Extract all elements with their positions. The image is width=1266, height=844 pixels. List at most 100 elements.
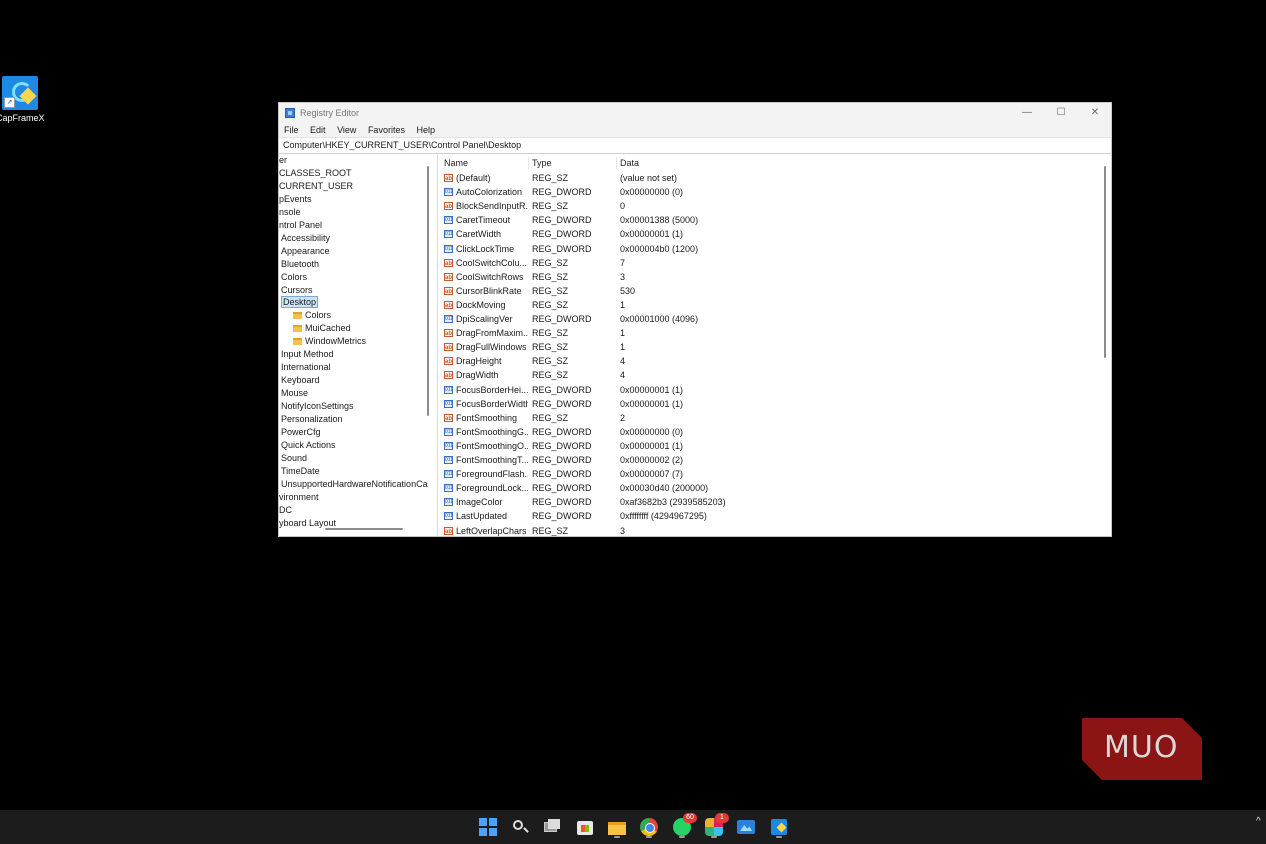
whatsapp-icon[interactable]: 60 (673, 813, 697, 836)
registry-value-row[interactable]: ab CursorBlinkRate REG_SZ 530 (440, 284, 1100, 298)
tree-node[interactable]: nsole (279, 206, 301, 219)
tree-node[interactable]: PowerCfg (281, 426, 321, 439)
value-data: 4 (620, 370, 626, 381)
photos-icon[interactable] (737, 818, 755, 836)
tree-node[interactable]: Input Method (281, 348, 334, 361)
column-header-name[interactable]: Name (444, 157, 468, 169)
tree-node[interactable]: yboard Layout (279, 517, 336, 530)
value-name: DragFromMaxim... (456, 328, 528, 339)
registry-value-row[interactable]: 011 ClickLockTime REG_DWORD 0x000004b0 (120… (440, 242, 1100, 256)
registry-value-row[interactable]: ab LeftOverlapChars REG_SZ 3 (440, 524, 1100, 537)
registry-value-row[interactable]: 011 FocusBorderWidth REG_DWORD 0x00000001 (… (440, 397, 1100, 411)
tree-node[interactable]: DC (279, 504, 292, 517)
registry-value-row[interactable]: ab BlockSendInputR... REG_SZ 0 (440, 199, 1100, 213)
tree-node[interactable]: Desktop (281, 296, 319, 309)
menu-edit[interactable]: Edit (310, 123, 331, 137)
menu-help[interactable]: Help (416, 123, 440, 137)
task-view-icon[interactable] (543, 818, 561, 836)
tree-node[interactable]: CLASSES_ROOT (279, 167, 352, 180)
column-header-type[interactable]: Type (532, 157, 552, 169)
slack-icon[interactable]: 1 (705, 813, 729, 836)
windows-start-icon[interactable] (479, 818, 497, 836)
tree-vertical-scrollbar[interactable] (427, 166, 429, 416)
tree-node[interactable]: er (279, 154, 287, 167)
tree-node[interactable]: WindowMetrics (293, 335, 366, 348)
registry-value-row[interactable]: ab CoolSwitchColu... REG_SZ 7 (440, 256, 1100, 270)
registry-value-row[interactable]: 011 FocusBorderHei... REG_DWORD 0x00000001 … (440, 383, 1100, 397)
value-type: REG_DWORD (532, 187, 592, 198)
tree-node[interactable]: CURRENT_USER (279, 180, 353, 193)
tree-node[interactable]: Appearance (281, 245, 330, 258)
tree-node[interactable]: UnsupportedHardwareNotificationCa (281, 478, 428, 491)
column-divider[interactable] (616, 157, 617, 169)
menu-view[interactable]: View (337, 123, 361, 137)
tree-node[interactable]: Quick Actions (281, 439, 336, 452)
tree-node[interactable]: Sound (281, 452, 307, 465)
tree-node[interactable]: Colors (281, 271, 307, 284)
chrome-icon[interactable] (640, 818, 658, 836)
value-data: 0x00000001 (1) (620, 440, 684, 451)
registry-value-row[interactable]: 011 CaretTimeout REG_DWORD 0x00001388 (5000… (440, 213, 1100, 227)
minimize-button[interactable]: — (1012, 105, 1042, 121)
maximize-button[interactable]: ☐ (1046, 105, 1076, 121)
value-name: LastUpdated (456, 511, 508, 522)
registry-value-row[interactable]: 011 CaretWidth REG_DWORD 0x00000001 (1) (440, 227, 1100, 241)
value-type: REG_SZ (532, 201, 569, 212)
binary-value-icon: 011 (444, 498, 453, 507)
capframex-icon[interactable] (770, 818, 788, 836)
values-vertical-scrollbar[interactable] (1104, 166, 1106, 358)
tree-node[interactable]: MuiCached (293, 322, 351, 335)
registry-value-row[interactable]: 011 ForegroundFlash... REG_DWORD 0x00000007… (440, 467, 1100, 481)
tree-node[interactable]: Accessibility (281, 232, 330, 245)
address-bar[interactable]: Computer\HKEY_CURRENT_USER\Control Panel… (279, 137, 1111, 154)
search-icon[interactable] (511, 818, 529, 836)
registry-value-row[interactable]: ab DragHeight REG_SZ 4 (440, 354, 1100, 368)
registry-value-row[interactable]: ab DragWidth REG_SZ 4 (440, 368, 1100, 382)
tray-overflow-chevron-icon[interactable]: ^ (1256, 816, 1261, 827)
tree-horizontal-scrollbar[interactable] (325, 528, 403, 530)
registry-value-row[interactable]: 011 FontSmoothingT... REG_DWORD 0x00000002 … (440, 453, 1100, 467)
menu-favorites[interactable]: Favorites (368, 123, 410, 137)
string-value-icon: ab (444, 272, 453, 281)
tree-node[interactable]: vironment (279, 491, 319, 504)
microsoft-store-icon[interactable] (576, 818, 594, 836)
close-button[interactable]: ✕ (1080, 105, 1110, 121)
registry-value-row[interactable]: 011 AutoColorization REG_DWORD 0x00000000 (… (440, 185, 1100, 199)
registry-value-row[interactable]: ab DragFromMaxim... REG_SZ 1 (440, 326, 1100, 340)
menu-file[interactable]: File (284, 123, 304, 137)
registry-value-row[interactable]: ab CoolSwitchRows REG_SZ 3 (440, 270, 1100, 284)
registry-value-row[interactable]: 011 ForegroundLock... REG_DWORD 0x00030d40 … (440, 481, 1100, 495)
tree-node[interactable]: International (281, 361, 331, 374)
desktop-shortcut-capframex[interactable]: ↗ CapFrameX (0, 76, 45, 123)
registry-value-row[interactable]: ab FontSmoothing REG_SZ 2 (440, 411, 1100, 425)
tree-node[interactable]: Colors (293, 309, 331, 322)
registry-value-row[interactable]: ab DragFullWindows REG_SZ 1 (440, 340, 1100, 354)
column-divider[interactable] (528, 157, 529, 169)
registry-value-row[interactable]: 011 DpiScalingVer REG_DWORD 0x00001000 (409… (440, 312, 1100, 326)
registry-value-row[interactable]: 011 FontSmoothingO... REG_DWORD 0x00000001 … (440, 439, 1100, 453)
value-data: 0xaf3682b3 (2939585203) (620, 497, 726, 508)
registry-value-row[interactable]: 011 LastUpdated REG_DWORD 0xffffffff (42949… (440, 509, 1100, 523)
tree-node[interactable]: Personalization (281, 413, 343, 426)
tree-node[interactable]: NotifyIconSettings (281, 400, 354, 413)
title-bar[interactable]: Registry Editor — ☐ ✕ (279, 103, 1111, 123)
registry-value-row[interactable]: ab (Default) REG_SZ (value not set) (440, 171, 1100, 185)
tree-node[interactable]: Cursors (281, 284, 313, 297)
tree-node[interactable]: Keyboard (281, 374, 320, 387)
registry-value-row[interactable]: 011 FontSmoothingG... REG_DWORD 0x00000000 … (440, 425, 1100, 439)
registry-value-row[interactable]: 011 ImageColor REG_DWORD 0xaf3682b3 (293958… (440, 495, 1100, 509)
tree-node[interactable]: Mouse (281, 387, 308, 400)
address-path[interactable]: Computer\HKEY_CURRENT_USER\Control Panel… (279, 138, 1111, 153)
string-value-icon: ab (444, 413, 453, 422)
registry-value-row[interactable]: ab DockMoving REG_SZ 1 (440, 298, 1100, 312)
string-value-icon: ab (444, 343, 453, 352)
string-value-icon: ab (444, 202, 453, 211)
tree-node[interactable]: ntrol Panel (279, 219, 322, 232)
tree-node[interactable]: pEvents (279, 193, 312, 206)
value-type: REG_SZ (532, 342, 569, 353)
tree-node[interactable]: Bluetooth (281, 258, 319, 271)
column-header-data[interactable]: Data (620, 157, 639, 169)
tree-node-label: CLASSES_ROOT (279, 167, 352, 178)
tree-node[interactable]: TimeDate (281, 465, 320, 478)
folder-icon[interactable] (608, 818, 626, 836)
